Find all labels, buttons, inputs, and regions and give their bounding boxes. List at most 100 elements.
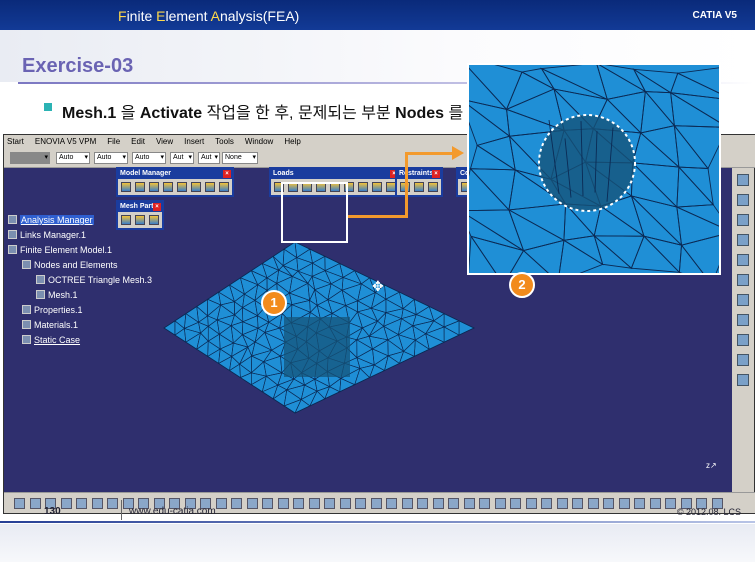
tool-icon[interactable]: [277, 498, 289, 509]
header-title-part: A: [210, 8, 220, 24]
tool-icon[interactable]: [215, 498, 227, 509]
tool-icon[interactable]: [205, 182, 215, 192]
tool-icon[interactable]: [135, 215, 145, 225]
tool-icon[interactable]: [177, 182, 187, 192]
mesh-element: [509, 249, 549, 273]
close-icon[interactable]: ×: [153, 203, 161, 211]
tool-icon[interactable]: [417, 498, 428, 509]
tool-icon[interactable]: [737, 334, 749, 346]
tool-icon[interactable]: [91, 498, 103, 509]
exercise-title: Exercise-03: [22, 55, 134, 77]
tool-icon[interactable]: [231, 498, 242, 509]
menu-item-window[interactable]: Window: [245, 137, 273, 146]
tool-icon[interactable]: [355, 498, 366, 509]
tree-node[interactable]: Materials.1: [22, 320, 78, 330]
tool-icon[interactable]: [135, 182, 145, 192]
tool-icon[interactable]: [339, 498, 351, 509]
tool-icon[interactable]: [149, 215, 159, 225]
tree-node[interactable]: Nodes and Elements: [22, 260, 118, 270]
tool-icon[interactable]: [665, 498, 676, 509]
tool-icon[interactable]: [358, 182, 368, 192]
menu-item-edit[interactable]: Edit: [131, 137, 145, 146]
tool-icon[interactable]: [737, 214, 749, 226]
style-select[interactable]: Aut: [170, 152, 194, 164]
tool-icon[interactable]: [737, 194, 749, 206]
tool-icon[interactable]: [737, 374, 749, 386]
tool-icon[interactable]: [525, 498, 537, 509]
tool-icon[interactable]: [308, 498, 320, 509]
tree-node-label: OCTREE Triangle Mesh.3: [48, 275, 153, 285]
tool-icon[interactable]: [737, 234, 749, 246]
menu-item-enovia-v5-vpm[interactable]: ENOVIA V5 VPM: [35, 137, 96, 146]
tool-icon[interactable]: [737, 174, 749, 186]
tool-icon[interactable]: [428, 182, 438, 192]
menu-item-tools[interactable]: Tools: [215, 137, 234, 146]
tool-icon[interactable]: [14, 498, 25, 509]
menu-item-file[interactable]: File: [107, 137, 120, 146]
tool-icon[interactable]: [649, 498, 661, 509]
style-select[interactable]: Auto: [94, 152, 128, 164]
tool-icon[interactable]: [219, 182, 229, 192]
tool-icon[interactable]: [448, 498, 459, 509]
tool-icon[interactable]: [163, 182, 173, 192]
tool-icon[interactable]: [494, 498, 506, 509]
tool-icon[interactable]: [246, 498, 258, 509]
tool-icon[interactable]: [29, 498, 41, 509]
tool-icon[interactable]: [191, 182, 201, 192]
slide: Finite Element Analysis(FEA) CATIA V5 Ex…: [0, 0, 755, 562]
tool-icon[interactable]: [149, 182, 159, 192]
tree-node[interactable]: OCTREE Triangle Mesh.3: [36, 275, 152, 285]
tree-node[interactable]: Finite Element Model.1: [8, 245, 112, 255]
tool-icon[interactable]: [293, 498, 304, 509]
tool-icon[interactable]: [262, 498, 273, 509]
tool-icon[interactable]: [432, 498, 444, 509]
tool-icon[interactable]: [510, 498, 521, 509]
tool-icon[interactable]: [121, 215, 131, 225]
tool-icon[interactable]: [386, 498, 397, 509]
tree-node[interactable]: Mesh.1: [36, 290, 78, 300]
tool-icon[interactable]: [556, 498, 568, 509]
tool-icon[interactable]: [121, 182, 131, 192]
tool-icon[interactable]: [463, 498, 475, 509]
mesh-element: [520, 68, 556, 91]
tool-icon[interactable]: [737, 274, 749, 286]
tree-node[interactable]: Properties.1: [22, 305, 83, 315]
tool-icon[interactable]: [107, 498, 118, 509]
close-icon[interactable]: ×: [223, 170, 231, 178]
right-toolbar: [732, 168, 754, 494]
tool-icon[interactable]: [324, 498, 335, 509]
tool-icon[interactable]: [737, 294, 749, 306]
tool-icon[interactable]: [370, 498, 382, 509]
tool-icon[interactable]: [634, 498, 645, 509]
tool-icon[interactable]: [479, 498, 490, 509]
tree-node[interactable]: Links Manager.1: [8, 230, 86, 240]
tool-icon[interactable]: [737, 254, 749, 266]
tool-icon[interactable]: [737, 354, 749, 366]
close-icon[interactable]: ×: [432, 170, 440, 178]
tool-icon[interactable]: [737, 314, 749, 326]
tree-node[interactable]: Analysis Manager: [8, 215, 94, 225]
menu-item-start[interactable]: Start: [7, 137, 24, 146]
footer-url[interactable]: www.edu-catia.com: [129, 506, 216, 517]
style-select[interactable]: Auto: [132, 152, 166, 164]
style-select[interactable]: Auto: [56, 152, 90, 164]
mesh-element: [676, 165, 715, 208]
tree-node[interactable]: Static Case: [22, 335, 80, 345]
tool-icon[interactable]: [618, 498, 630, 509]
tool-icon[interactable]: [372, 182, 382, 192]
tool-icon[interactable]: [414, 182, 424, 192]
style-select[interactable]: None: [222, 152, 258, 164]
color-select[interactable]: [10, 152, 50, 164]
instruction-activate: Activate: [139, 105, 203, 122]
tool-icon[interactable]: [60, 498, 72, 509]
tool-icon[interactable]: [587, 498, 599, 509]
tool-icon[interactable]: [401, 498, 413, 509]
tool-icon[interactable]: [572, 498, 583, 509]
menu-item-help[interactable]: Help: [284, 137, 300, 146]
menu-item-insert[interactable]: Insert: [184, 137, 204, 146]
tool-icon[interactable]: [76, 498, 87, 509]
tool-icon[interactable]: [603, 498, 614, 509]
style-select[interactable]: Aut: [198, 152, 220, 164]
tool-icon[interactable]: [541, 498, 552, 509]
menu-item-view[interactable]: View: [156, 137, 173, 146]
